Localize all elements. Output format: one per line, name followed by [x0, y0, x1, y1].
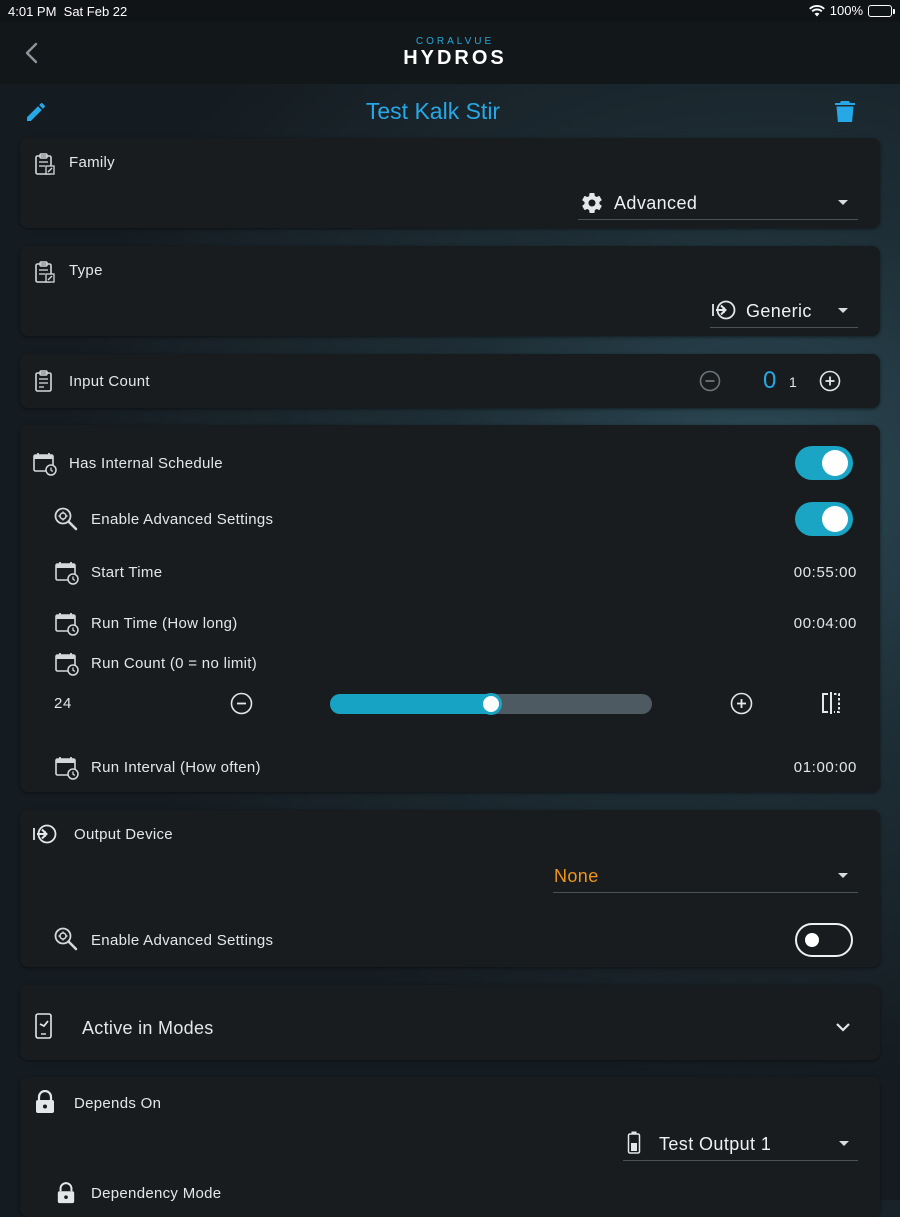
- logo-product: HYDROS: [403, 47, 507, 69]
- run-time-label: Run Time (How long): [91, 615, 238, 632]
- family-dropdown[interactable]: Advanced: [578, 182, 858, 220]
- caret-down-icon: [839, 1141, 849, 1146]
- output-device-label: Output Device: [74, 826, 173, 843]
- calendar-clock-icon: [55, 757, 79, 780]
- output-device-dropdown[interactable]: None: [553, 854, 858, 893]
- start-time-label: Start Time: [91, 564, 163, 581]
- depends-on-label: Depends On: [74, 1095, 162, 1112]
- run-count-slider-thumb[interactable]: [480, 693, 502, 715]
- type-card: Type Generic: [20, 246, 880, 336]
- has-schedule-toggle[interactable]: [795, 446, 853, 480]
- clipboard-edit-icon: [35, 261, 55, 283]
- battery-device-icon: [627, 1131, 641, 1154]
- family-card: Family Advanced: [20, 138, 880, 228]
- wifi-icon: [808, 4, 825, 16]
- start-time-value[interactable]: 00:55:00: [794, 564, 857, 581]
- output-advanced-label: Enable Advanced Settings: [91, 932, 274, 949]
- run-count-plus-icon[interactable]: [730, 692, 753, 715]
- calendar-clock-icon: [55, 653, 79, 676]
- input-count-max: 1: [789, 374, 797, 390]
- run-count-slider-fill: [330, 694, 491, 714]
- depends-on-dropdown[interactable]: Test Output 1: [623, 1124, 858, 1161]
- active-modes-card[interactable]: Active in Modes: [20, 985, 880, 1060]
- input-count-label: Input Count: [69, 373, 150, 390]
- type-dropdown[interactable]: Generic: [710, 290, 858, 328]
- page-title: Test Kalk Stir: [365, 98, 501, 124]
- status-right: 100%: [808, 3, 895, 18]
- family-label: Family: [69, 154, 115, 171]
- magnifier-gear-icon: [54, 927, 78, 951]
- app-header: CORALVUE HYDROS: [0, 22, 900, 84]
- input-device-icon: [712, 300, 736, 320]
- schedule-advanced-toggle[interactable]: [795, 502, 853, 536]
- calendar-clock-icon: [55, 562, 79, 585]
- input-count-value: 0: [763, 367, 777, 394]
- output-device-card: Output Device None Enable Advanced Setti…: [20, 810, 880, 967]
- split-view-icon[interactable]: [819, 691, 843, 715]
- depends-on-value: Test Output 1: [659, 1134, 772, 1154]
- clipboard-edit-icon: [35, 153, 55, 175]
- decrement-minus-icon[interactable]: [699, 370, 721, 392]
- output-advanced-toggle[interactable]: [795, 923, 853, 957]
- family-value: Advanced: [614, 193, 698, 213]
- caret-down-icon: [838, 308, 848, 313]
- output-device-value: None: [554, 866, 599, 886]
- clipboard-list-icon: [35, 370, 52, 392]
- hydros-logo: CORALVUE HYDROS: [390, 36, 520, 70]
- caret-down-icon: [838, 200, 848, 205]
- output-device-icon: [33, 824, 57, 844]
- increment-plus-icon[interactable]: [819, 370, 841, 392]
- run-interval-value[interactable]: 01:00:00: [794, 759, 857, 776]
- input-count-card: Input Count 0 1: [20, 354, 880, 408]
- depends-on-card: Depends On Test Output 1 Dependency Mode: [20, 1077, 880, 1217]
- has-schedule-label: Has Internal Schedule: [69, 455, 223, 472]
- run-interval-label: Run Interval (How often): [91, 759, 261, 776]
- dependency-mode-label: Dependency Mode: [91, 1185, 222, 1202]
- caret-down-icon: [838, 873, 848, 878]
- battery-percent: 100%: [829, 3, 863, 18]
- battery-icon: [868, 4, 895, 17]
- magnifier-gear-icon: [54, 507, 78, 531]
- calendar-clock-icon: [55, 613, 79, 636]
- back-chevron-icon[interactable]: [18, 36, 48, 70]
- run-count-minus-icon[interactable]: [230, 692, 253, 715]
- gear-icon: [582, 193, 602, 214]
- run-count-label: Run Count (0 = no limit): [91, 655, 258, 672]
- active-modes-label: Active in Modes: [82, 1018, 214, 1038]
- trash-delete-icon[interactable]: [834, 99, 856, 123]
- lock-icon: [57, 1182, 75, 1204]
- type-label: Type: [69, 262, 103, 279]
- schedule-advanced-label: Enable Advanced Settings: [91, 511, 274, 528]
- lock-icon: [36, 1090, 54, 1113]
- schedule-card: [20, 425, 880, 792]
- status-bar: 4:01 PM Sat Feb 22 100%: [0, 0, 900, 22]
- run-time-value[interactable]: 00:04:00: [794, 615, 857, 632]
- status-time: 4:01 PM: [8, 4, 57, 19]
- status-time-date: 4:01 PM Sat Feb 22: [8, 4, 127, 19]
- phone-mode-icon: [35, 1013, 52, 1039]
- run-count-value: 24: [54, 695, 72, 712]
- chevron-down-icon[interactable]: [835, 1021, 851, 1033]
- calendar-clock-icon: [33, 453, 57, 476]
- logo-brand: CORALVUE: [415, 36, 495, 47]
- status-date: Sat Feb 22: [63, 4, 128, 19]
- type-value: Generic: [746, 301, 812, 321]
